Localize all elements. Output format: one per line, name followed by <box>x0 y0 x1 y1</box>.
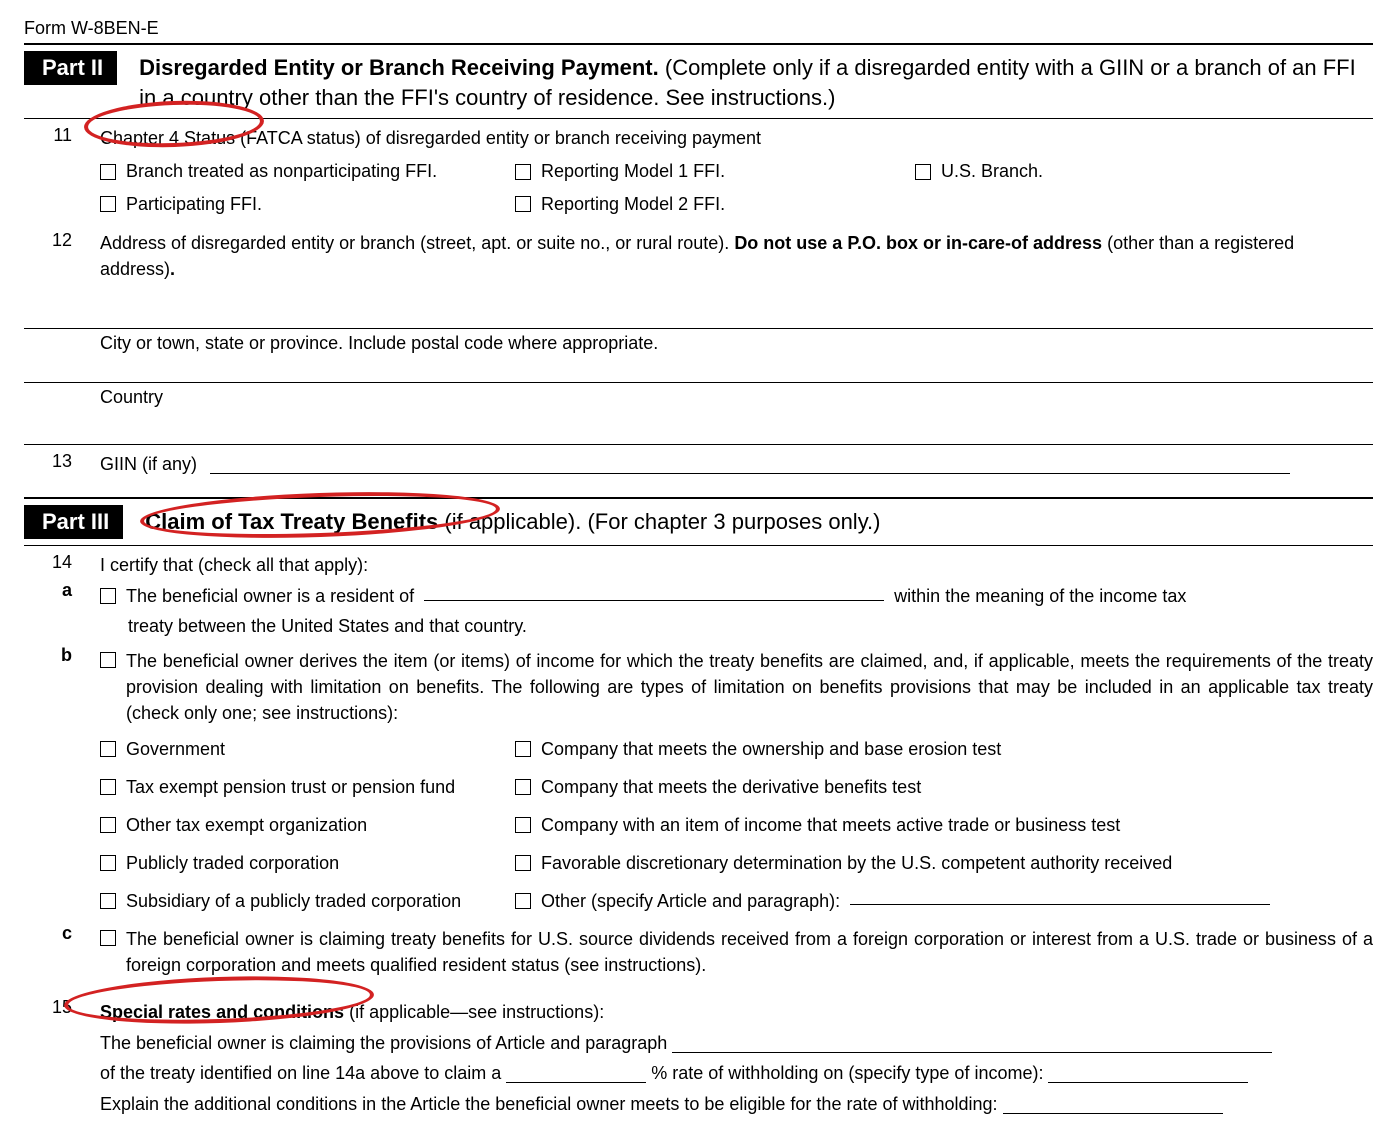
label-nonparticipating-ffi: Branch treated as nonparticipating FFI. <box>126 158 437 184</box>
article-paragraph-input-line[interactable] <box>672 1052 1272 1053</box>
label-lob-ownership: Company that meets the ownership and bas… <box>541 736 1001 762</box>
rate-input-line[interactable] <box>506 1082 646 1083</box>
part-3-header: Part III Claim of Tax Treaty Benefits (i… <box>24 497 1373 546</box>
checkbox-lob-ownership[interactable] <box>515 741 531 757</box>
line-13-number: 13 <box>24 451 86 472</box>
line-15-number: 15 <box>24 997 86 1018</box>
checkbox-lob-other[interactable] <box>515 893 531 909</box>
form-page: Form W-8BEN-E Part II Disregarded Entity… <box>24 18 1373 1124</box>
line-14: 14 I certify that (check all that apply)… <box>24 546 1373 578</box>
residence-country-input-line[interactable] <box>424 600 884 601</box>
checkbox-lob-subsidiary[interactable] <box>100 893 116 909</box>
line-13-content: GIIN (if any) <box>86 451 1373 477</box>
line-14a-label: a <box>24 580 86 601</box>
checkbox-lob-government[interactable] <box>100 741 116 757</box>
label-lob-subsidiary: Subsidiary of a publicly traded corporat… <box>126 888 461 914</box>
checkbox-lob-active-trade[interactable] <box>515 817 531 833</box>
checkbox-lob-public-corp[interactable] <box>100 855 116 871</box>
checkbox-14a[interactable] <box>100 588 116 604</box>
part-3-badge: Part III <box>24 505 123 539</box>
checkbox-lob-favorable[interactable] <box>515 855 531 871</box>
part-2-header: Part II Disregarded Entity or Branch Rec… <box>24 43 1373 119</box>
checkbox-lob-other-exempt[interactable] <box>100 817 116 833</box>
text-14a-pre: The beneficial owner is a resident of <box>126 583 414 609</box>
line-11-content: Chapter 4 Status (FATCA status) of disre… <box>86 125 1373 219</box>
text-14a-post: within the meaning of the income tax <box>894 583 1186 609</box>
line-12-address-block <box>24 282 1373 328</box>
line-12-number: 12 <box>24 230 86 251</box>
lob-other-input-line[interactable] <box>850 904 1270 905</box>
address-input-area[interactable] <box>86 282 1373 328</box>
text-14c: The beneficial owner is claiming treaty … <box>126 926 1373 978</box>
lob-grid: Government Company that meets the owners… <box>100 733 1373 917</box>
line-14b: b The beneficial owner derives the item … <box>24 639 1373 917</box>
label-lob-public-corp: Publicly traded corporation <box>126 850 339 876</box>
label-lob-derivative: Company that meets the derivative benefi… <box>541 774 921 800</box>
label-lob-favorable: Favorable discretionary determination by… <box>541 850 1172 876</box>
checkbox-lob-derivative[interactable] <box>515 779 531 795</box>
label-model2-ffi: Reporting Model 2 FFI. <box>541 191 725 217</box>
label-lob-government: Government <box>126 736 225 762</box>
label-lob-active-trade: Company with an item of income that meet… <box>541 812 1120 838</box>
line-14-intro: I certify that (check all that apply): <box>86 552 1373 578</box>
line-14-number: 14 <box>24 552 86 573</box>
label-lob-other-exempt: Other tax exempt organization <box>126 812 367 838</box>
checkbox-model2-ffi[interactable] <box>515 196 531 212</box>
part-2-badge: Part II <box>24 51 117 85</box>
line-12: 12 Address of disregarded entity or bran… <box>24 224 1373 282</box>
label-model1-ffi: Reporting Model 1 FFI. <box>541 158 725 184</box>
country-label: Country <box>86 383 1373 444</box>
label-us-branch: U.S. Branch. <box>941 158 1043 184</box>
checkbox-nonparticipating-ffi[interactable] <box>100 164 116 180</box>
line-14c: c The beneficial owner is claiming treat… <box>24 917 1373 985</box>
income-type-input-line[interactable] <box>1048 1082 1248 1083</box>
giin-input-line[interactable] <box>210 473 1290 474</box>
line-14a: a The beneficial owner is a resident of … <box>24 578 1373 639</box>
checkbox-14b[interactable] <box>100 652 116 668</box>
line-12-content: Address of disregarded entity or branch … <box>86 230 1373 282</box>
line-13: 13 GIIN (if any) <box>24 445 1373 495</box>
line-11-number: 11 <box>24 125 86 146</box>
line-15-content: Special rates and conditions (if applica… <box>86 997 1373 1119</box>
form-title: Form W-8BEN-E <box>24 18 1373 39</box>
text-14a-line2: treaty between the United States and tha… <box>86 613 1373 639</box>
line-11-text: Chapter 4 Status (FATCA status) of disre… <box>86 125 1373 151</box>
text-14b: The beneficial owner derives the item (o… <box>126 648 1373 726</box>
checkbox-model1-ffi[interactable] <box>515 164 531 180</box>
checkbox-us-branch[interactable] <box>915 164 931 180</box>
line-11: 11 Chapter 4 Status (FATCA status) of di… <box>24 119 1373 223</box>
part-2-title: Disregarded Entity or Branch Receiving P… <box>139 53 1373 112</box>
label-lob-pension: Tax exempt pension trust or pension fund <box>126 774 455 800</box>
line-14c-label: c <box>24 923 86 944</box>
label-lob-other: Other (specify Article and paragraph): <box>541 888 840 914</box>
label-participating-ffi: Participating FFI. <box>126 191 262 217</box>
conditions-input-line[interactable] <box>1003 1113 1223 1114</box>
line-14b-label: b <box>24 645 86 666</box>
part-3-title: Claim of Tax Treaty Benefits (if applica… <box>145 507 1373 537</box>
line-15: 15 Special rates and conditions (if appl… <box>24 991 1373 1123</box>
city-label: City or town, state or province. Include… <box>86 329 1373 382</box>
checkbox-participating-ffi[interactable] <box>100 196 116 212</box>
checkbox-lob-pension[interactable] <box>100 779 116 795</box>
checkbox-14c[interactable] <box>100 930 116 946</box>
